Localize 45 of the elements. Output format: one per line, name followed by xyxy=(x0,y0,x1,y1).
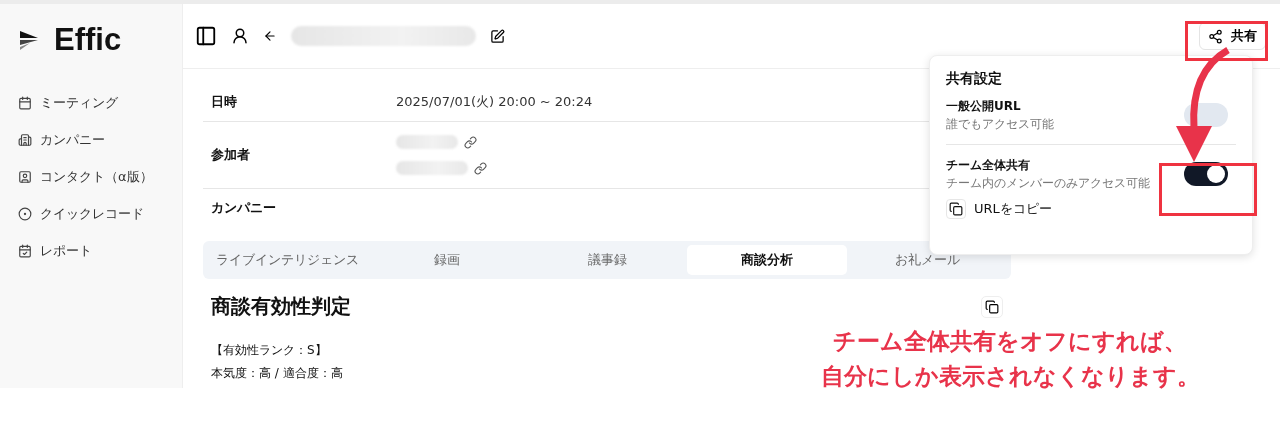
link-icon[interactable] xyxy=(474,161,487,175)
sidebar-item[interactable]: カンパニー xyxy=(18,121,182,158)
popover-title: 共有設定 xyxy=(946,70,1003,88)
blurred-name xyxy=(396,135,458,149)
annotation-text: 自分にしか表示されなくなります。 xyxy=(819,362,1201,391)
tab[interactable]: 議事録 xyxy=(527,245,687,275)
link-icon[interactable] xyxy=(464,135,477,149)
record-icon xyxy=(18,206,32,221)
field-label: 参加者 xyxy=(210,146,251,164)
field-label: カンパニー xyxy=(210,199,277,217)
copy-url-button[interactable]: URLをコピー xyxy=(946,199,1052,219)
contact-card-icon xyxy=(18,169,32,184)
calendar-icon xyxy=(18,95,32,110)
tab[interactable]: 録画 xyxy=(367,245,527,275)
option-description: 誰でもアクセス可能 xyxy=(946,117,1054,132)
sidebar-toggle-icon[interactable] xyxy=(195,25,217,47)
option-label: 一般公開URL xyxy=(946,98,1022,115)
sidebar-item[interactable]: レポート xyxy=(18,232,182,269)
building-icon xyxy=(18,132,32,147)
tab[interactable]: ライブインテリジェンス xyxy=(207,245,367,275)
field-value: 2025/07/01(火) 20:00 ~ 20:24 xyxy=(396,93,593,111)
blurred-name xyxy=(396,161,468,175)
section-title: 商談有効性判定 xyxy=(211,293,351,320)
field-label: 日時 xyxy=(210,93,238,111)
analysis-text: 本気度：高 / 適合度：高 xyxy=(211,365,343,382)
logo-icon xyxy=(18,29,40,51)
copy-button[interactable] xyxy=(981,295,1003,318)
calendar-icon xyxy=(18,243,32,258)
option-label: チーム全体共有 xyxy=(946,157,1031,174)
sidebar-item[interactable]: ミーティング xyxy=(18,84,182,121)
share-icon xyxy=(1208,28,1223,44)
tab[interactable]: お礼メール xyxy=(847,245,1007,275)
tab[interactable]: 商談分析 xyxy=(687,245,847,275)
sidebar-item[interactable]: コンタクト（α版） xyxy=(18,158,182,195)
share-button[interactable]: 共有 xyxy=(1199,22,1266,50)
option-description: チーム内のメンバーのみアクセス可能 xyxy=(946,176,1150,191)
copy-icon xyxy=(985,299,999,314)
sidebar-item[interactable]: クイックレコード xyxy=(18,195,182,232)
app-logo: Effic xyxy=(54,22,122,58)
user-icon[interactable] xyxy=(231,27,249,45)
edit-icon[interactable] xyxy=(490,28,505,44)
copy-icon xyxy=(949,202,963,216)
toggle-switch[interactable] xyxy=(1184,162,1228,186)
annotation-text: チーム全体共有をオフにすれば、 xyxy=(832,327,1188,356)
analysis-text: 【有効性ランク：S】 xyxy=(211,342,327,359)
